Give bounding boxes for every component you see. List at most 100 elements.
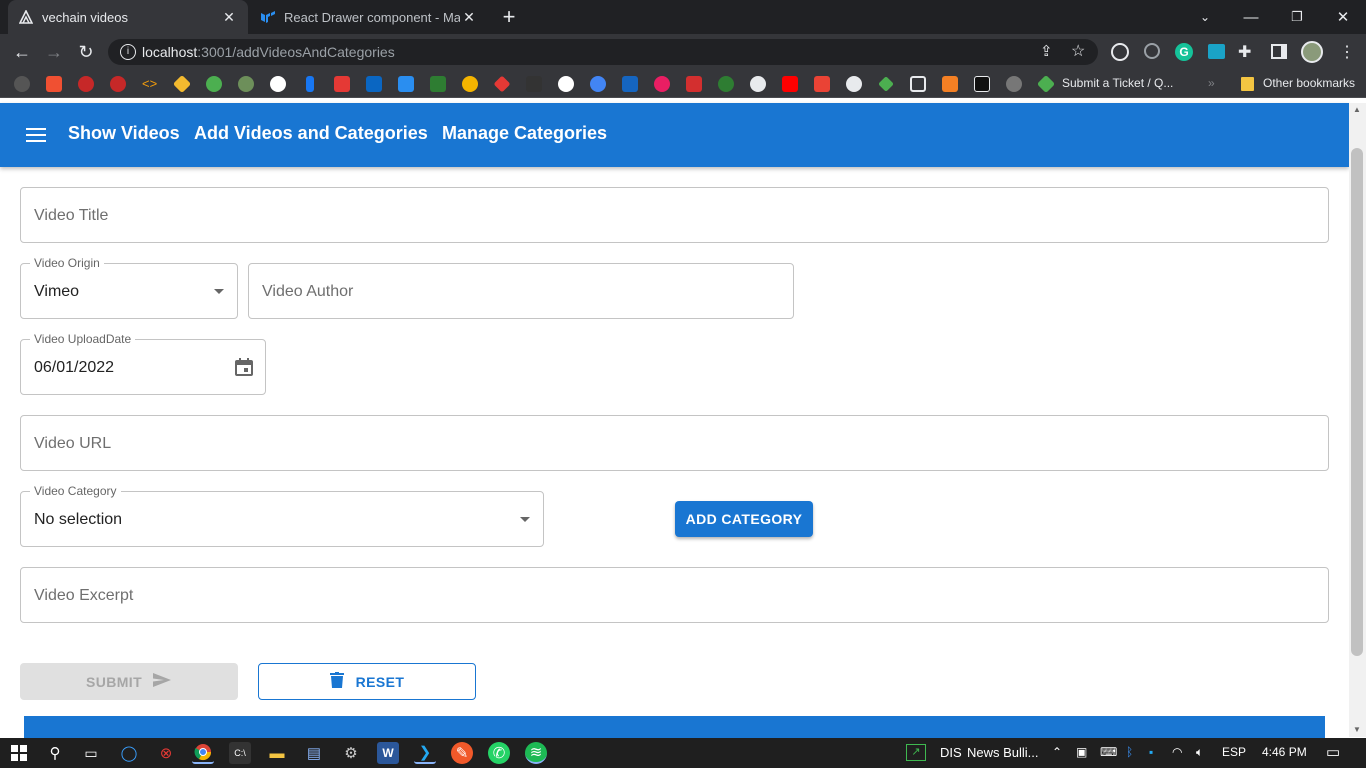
code-bookmark-icon[interactable]: <> [142, 76, 157, 91]
calendar-icon[interactable] [234, 357, 254, 382]
bookmark-star-icon[interactable]: ☆ [1071, 41, 1085, 61]
reload-icon[interactable]: ↻ [70, 34, 102, 70]
bookmark-icon[interactable] [78, 76, 94, 92]
wifi-icon[interactable]: ◠ [1172, 745, 1182, 759]
site-info-icon[interactable]: i [120, 44, 136, 60]
google-bookmark-icon[interactable] [558, 76, 574, 92]
close-window-icon[interactable]: ✕ [1320, 4, 1366, 30]
nav-manage-categories[interactable]: Manage Categories [442, 123, 607, 144]
bookmark-icon[interactable] [270, 76, 286, 92]
video-title-field[interactable]: Video Title [20, 187, 1329, 243]
close-tab-icon[interactable]: ✕ [220, 9, 238, 26]
globe-bookmark-icon[interactable] [750, 76, 766, 92]
nav-show-videos[interactable]: Show Videos [68, 123, 180, 144]
clock[interactable]: 4:46 PM [1262, 745, 1307, 759]
menu-icon[interactable] [26, 127, 46, 143]
bookmark-icon[interactable] [910, 76, 926, 92]
bookmark-icon[interactable] [590, 76, 606, 92]
facebook-bookmark-icon[interactable] [306, 76, 314, 92]
app-tray-icon[interactable]: ▪ [1149, 745, 1153, 759]
upload-date-field[interactable]: 06/01/2022 [20, 339, 266, 395]
stackoverflow-bookmark-icon[interactable] [942, 76, 958, 92]
gmail-bookmark-icon[interactable] [814, 76, 830, 92]
app-icon[interactable]: ⚙ [340, 742, 362, 764]
close-tab-icon[interactable]: ✕ [460, 9, 478, 26]
cortana-icon[interactable]: ◯ [118, 742, 140, 764]
extension-bulb-icon[interactable] [1111, 43, 1129, 61]
volume-icon[interactable]: 🔈︎ [1196, 745, 1203, 760]
reset-button[interactable]: RESET [258, 663, 476, 700]
whatsapp-icon[interactable]: ✆ [488, 742, 510, 764]
address-bar[interactable]: i localhost:3001/addVideosAndCategories … [108, 39, 1098, 65]
bookmarks-overflow[interactable]: » [1208, 76, 1215, 90]
scroll-down-icon[interactable]: ▼ [1353, 725, 1361, 734]
extension-screen-icon[interactable] [1208, 44, 1225, 59]
bookmark-icon[interactable] [110, 76, 126, 92]
tab-react-drawer[interactable]: React Drawer component - Mate ✕ [250, 0, 488, 34]
bookmark-icon[interactable] [718, 76, 734, 92]
tab-vechain-videos[interactable]: vechain videos ✕ [8, 0, 248, 34]
task-view-icon[interactable]: ▭ [80, 742, 102, 764]
bookmark-icon[interactable] [334, 76, 350, 92]
bookmark-icon[interactable] [1006, 76, 1022, 92]
show-hidden-icons[interactable]: ⌃ [1052, 745, 1062, 759]
app-icon[interactable]: ⊗ [155, 742, 177, 764]
youtube-bookmark-icon[interactable] [782, 76, 798, 92]
file-explorer-icon[interactable]: ▬ [266, 742, 288, 764]
vscode-icon[interactable]: ❯ [414, 742, 436, 764]
video-url-field[interactable]: Video URL [20, 415, 1329, 471]
video-category-select[interactable]: No selection [20, 491, 544, 547]
bluetooth-icon[interactable]: ᛒ [1126, 745, 1133, 759]
bookmark-icon[interactable] [430, 76, 446, 92]
share-icon[interactable]: ⇪ [1040, 42, 1053, 60]
terminal-icon[interactable]: C:\ [229, 742, 251, 764]
stock-chart-icon[interactable]: ↗ [906, 744, 926, 761]
other-bookmarks[interactable]: Other bookmarks [1263, 76, 1355, 90]
tab-search-icon[interactable]: ⌄ [1182, 4, 1228, 30]
side-panel-icon[interactable] [1271, 44, 1287, 59]
notifications-icon[interactable]: ▭ [1326, 743, 1340, 761]
linkedin-bookmark-icon[interactable] [366, 76, 382, 92]
add-category-button[interactable]: ADD CATEGORY [675, 501, 813, 537]
minimize-icon[interactable]: — [1228, 4, 1274, 30]
forward-icon[interactable]: → [38, 34, 70, 70]
extension-alarm-icon[interactable] [1144, 43, 1160, 59]
submit-button[interactable]: SUBMIT [20, 663, 238, 700]
postman-icon[interactable]: ✎ [451, 742, 473, 764]
video-author-field[interactable]: Video Author [248, 263, 794, 319]
globe-bookmark-icon[interactable] [846, 76, 862, 92]
keyboard-icon[interactable]: ⌨ [1100, 745, 1117, 759]
news-widget[interactable]: News Bulli... [967, 745, 1039, 760]
chrome-taskbar-icon[interactable] [192, 742, 214, 764]
meet-icon[interactable]: ▣ [1076, 745, 1087, 759]
new-tab-button[interactable]: + [486, 4, 532, 30]
bookmark-submit-ticket[interactable]: Submit a Ticket / Q... [1062, 76, 1173, 90]
scrollbar-thumb[interactable] [1351, 148, 1363, 656]
extensions-puzzle-icon[interactable]: ✚ [1238, 42, 1251, 62]
bookmark-icon[interactable] [462, 76, 478, 92]
notepad-icon[interactable]: ▤ [303, 742, 325, 764]
back-icon[interactable]: ← [6, 34, 38, 70]
windows-start-icon[interactable] [8, 742, 30, 764]
more-menu-icon[interactable]: ⋮ [1339, 42, 1355, 62]
bookmark-icon[interactable] [526, 76, 542, 92]
bookmark-icon[interactable] [622, 76, 638, 92]
spotify-icon[interactable]: ≋ [525, 742, 547, 764]
profile-avatar[interactable] [1301, 41, 1323, 63]
search-icon[interactable]: ⚲ [44, 742, 66, 764]
mui-bookmark-icon[interactable] [398, 76, 414, 92]
bookmark-icon[interactable] [686, 76, 702, 92]
github-bookmark-icon[interactable] [14, 76, 30, 92]
video-origin-select[interactable]: Vimeo [20, 263, 238, 319]
bookmark-icon[interactable] [46, 76, 62, 92]
grammarly-icon[interactable]: G [1175, 43, 1193, 61]
scroll-up-icon[interactable]: ▲ [1353, 105, 1361, 114]
stock-ticker[interactable]: DIS [940, 745, 962, 760]
bookmark-icon[interactable] [654, 76, 670, 92]
nav-add-videos-categories[interactable]: Add Videos and Categories [194, 123, 428, 144]
bookmark-icon[interactable] [974, 76, 990, 92]
restore-icon[interactable]: ❐ [1274, 4, 1320, 30]
word-icon[interactable]: W [377, 742, 399, 764]
language-indicator[interactable]: ESP [1222, 745, 1246, 759]
bookmark-icon[interactable] [206, 76, 222, 92]
